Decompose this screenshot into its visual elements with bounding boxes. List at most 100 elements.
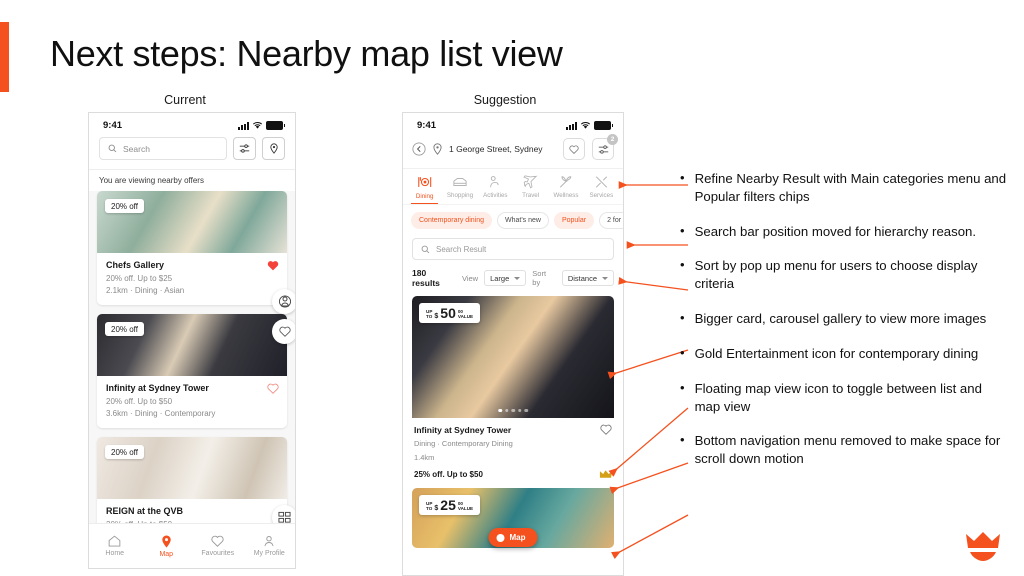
tab-activities[interactable]: Activities (478, 175, 513, 204)
annotation-item: • Gold Entertainment icon for contempora… (680, 345, 1010, 363)
address-text[interactable]: 1 George Street, Sydney (449, 144, 556, 154)
list-item[interactable]: 20% off Infinity at Sydney Tower 20% off… (97, 314, 287, 429)
nearby-offers-banner: You are viewing nearby offers (89, 169, 295, 191)
favourite-button[interactable] (267, 260, 279, 271)
tab-dining[interactable]: Dining (407, 175, 442, 204)
offer-name: Chefs Gallery (106, 260, 165, 270)
tab-label: Travel (522, 192, 540, 199)
discount-badge: 20% off (105, 199, 144, 213)
search-input[interactable]: Search (99, 137, 227, 160)
offer-photo: 20% off (97, 314, 287, 377)
battery-icon (266, 121, 285, 130)
list-item[interactable]: UP TO $ 50 00 VALUE Infinity at Sydney Tow… (412, 296, 614, 479)
offer-photo-carousel[interactable]: UP TO $ 50 00 VALUE (412, 296, 614, 418)
signal-bars-icon (566, 121, 577, 130)
annotation-item: • Search bar position moved for hierarch… (680, 223, 1010, 241)
offer-photo: 20% off (97, 437, 287, 500)
map-dot-icon (496, 533, 505, 542)
discount-badge: 20% off (105, 445, 144, 460)
filter-button[interactable] (233, 137, 256, 160)
annotation-item: • Bottom navigation menu removed to make… (680, 432, 1010, 468)
search-icon (108, 144, 117, 153)
nav-label: My Profile (253, 550, 285, 557)
category-tabs[interactable]: Dining Shopping Activities Travel Wellne… (403, 168, 623, 204)
column-label-current: Current (164, 93, 206, 107)
nav-item-map[interactable]: Map (141, 535, 193, 558)
view-label: View (461, 273, 479, 283)
chevron-down-icon (514, 276, 521, 280)
offer-details: Infinity at Sydney Tower Dining · Contem… (412, 418, 614, 479)
heart-filled-icon (267, 261, 279, 271)
current-offer-list[interactable]: 20% off Chefs Gallery 20% off. Up to $25… (89, 191, 295, 540)
nav-label: Home (105, 550, 125, 557)
annotation-text: Bottom navigation menu removed to make s… (694, 433, 1001, 467)
offer-meta: Dining · Contemporary Dining (414, 439, 513, 448)
offer-details: Chefs Gallery 20% off. Up to $25 2.1km ·… (97, 253, 287, 305)
tab-shopping[interactable]: Shopping (442, 175, 477, 204)
results-toolbar: 180 results View Large Sort by Distance (403, 268, 623, 296)
person-icon (264, 536, 274, 547)
results-count: 180 results (412, 268, 440, 288)
person-pin-side-button[interactable] (272, 289, 295, 314)
map-view-fab[interactable]: Map (488, 528, 538, 547)
page-title: Next steps: Nearby map list view (50, 33, 563, 74)
filter-button[interactable]: 2 (592, 134, 618, 160)
filter-sliders-icon (598, 144, 608, 154)
person-pin-icon (278, 295, 291, 308)
chip-whats-new[interactable]: What's new (496, 212, 549, 229)
bottom-navigation[interactable]: Home Map Favourites My Profile (89, 523, 295, 568)
plane-icon (523, 175, 538, 189)
annotation-text: Search bar position moved for hierarchy … (694, 223, 977, 239)
offer-name: Infinity at Sydney Tower (106, 383, 209, 394)
filter-count-badge: 2 (607, 134, 618, 145)
search-result-input[interactable]: Search Result (412, 238, 614, 260)
view-value: Large (490, 273, 510, 283)
nav-item-profile[interactable]: My Profile (244, 535, 296, 557)
tab-label: Shopping (446, 192, 474, 199)
favourite-button[interactable] (267, 383, 279, 395)
nav-label: Favourites (201, 550, 235, 557)
annotation-list: • Refine Nearby Result with Main categor… (680, 170, 1010, 485)
filter-chips[interactable]: Contemporary dining What's new Popular 2… (403, 204, 623, 236)
sort-label: Sort by (532, 269, 547, 287)
nearby-offers-text: You are viewing nearby offers (99, 176, 204, 185)
view-select[interactable]: Large (484, 270, 527, 286)
value-badge: UP TO $ 50 00 VALUE (419, 303, 481, 323)
back-arrow-icon[interactable] (412, 142, 426, 156)
nav-item-home[interactable]: Home (89, 535, 141, 557)
entertainment-crown-logo (966, 532, 1000, 562)
wifi-icon (252, 122, 263, 129)
bullet-icon: • (680, 257, 685, 273)
bullet-icon: • (680, 222, 685, 238)
value-badge-tail: 00 VALUE (457, 309, 474, 320)
chip-contemporary-dining[interactable]: Contemporary dining (411, 212, 492, 229)
annotation-item: • Refine Nearby Result with Main categor… (680, 170, 1010, 206)
list-item[interactable]: 20% off Chefs Gallery 20% off. Up to $25… (97, 191, 287, 306)
chip-popular[interactable]: Popular (553, 212, 595, 229)
wellness-icon (560, 176, 572, 188)
value-badge-currency: $ (434, 313, 439, 320)
tab-travel[interactable]: Travel (513, 175, 548, 204)
offer-discount: 20% off. Up to $50 (106, 397, 173, 407)
heart-outline-icon (278, 326, 291, 337)
tab-label: Wellness (553, 192, 579, 199)
offer-photo: 20% off (97, 191, 287, 253)
offer-discount: 25% off. Up to $50 (414, 469, 483, 479)
favourite-button[interactable] (563, 138, 585, 160)
tab-wellness[interactable]: Wellness (548, 175, 583, 204)
annotation-item: • Sort by pop up menu for users to choos… (680, 257, 1010, 293)
slide-accent-bar (0, 22, 9, 92)
favourite-side-button[interactable] (272, 319, 295, 344)
current-search-row: Search (89, 134, 295, 169)
battery-icon (594, 121, 613, 130)
nav-item-favourites[interactable]: Favourites (192, 535, 244, 557)
offer-name: Infinity at Sydney Tower (414, 425, 512, 435)
current-phone-mockup: 9:41 Search You are viewing nearby offer… (88, 112, 296, 569)
status-time: 9:41 (417, 120, 437, 131)
carousel-dots[interactable] (498, 408, 528, 412)
status-bar: 9:41 (89, 113, 295, 134)
status-time: 9:41 (103, 120, 123, 131)
wifi-icon (580, 122, 591, 129)
search-placeholder-text: Search Result (436, 244, 487, 254)
map-pin-button[interactable] (262, 137, 285, 160)
